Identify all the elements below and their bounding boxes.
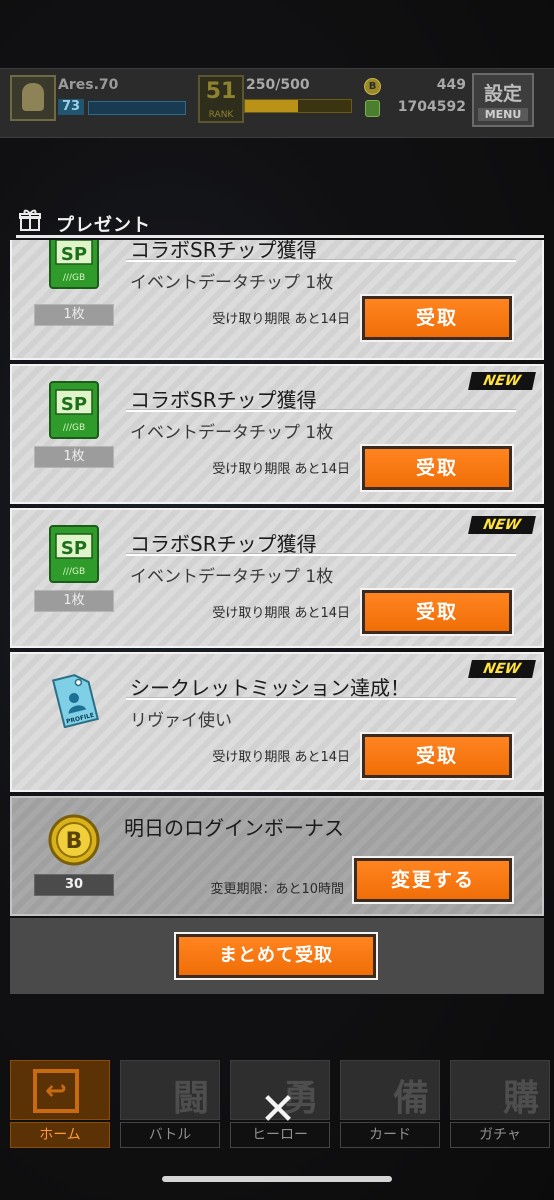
title-rule	[126, 410, 516, 412]
coin-icon: B	[364, 78, 381, 95]
exp-bar	[88, 101, 186, 115]
svg-text:SP: SP	[61, 244, 87, 265]
money-value: 1704592	[397, 99, 466, 115]
title-rule	[126, 698, 516, 700]
nav-label: ホーム	[10, 1122, 110, 1148]
item-title: 明日のログインボーナス	[124, 816, 344, 840]
money-counter: 1704592	[364, 99, 468, 117]
nav-home-picture: ↩	[10, 1060, 110, 1120]
item-subtitle: リヴァイ使い	[130, 711, 232, 731]
item-title: コラボSRチップ獲得	[130, 532, 317, 556]
settings-label: 設定	[483, 83, 522, 105]
player-name: Ares.70	[58, 77, 119, 93]
stamina-bar	[244, 99, 352, 113]
receive-button[interactable]: 受取	[360, 732, 514, 780]
nav-gacha[interactable]: 購 ガチャ	[444, 1056, 554, 1152]
panel-title: プレゼント	[56, 215, 151, 236]
title-underline	[16, 235, 544, 238]
coin-counter: B 449	[364, 77, 468, 95]
receive-button[interactable]: 受取	[360, 294, 514, 342]
nav-battle-picture: 闘	[120, 1060, 220, 1120]
nav-card-picture: 備	[340, 1060, 440, 1120]
sp-chip-icon: SP ///GB	[49, 240, 99, 289]
close-icon[interactable]: ✕	[256, 1088, 300, 1132]
title-rule	[126, 554, 516, 556]
item-title: コラボSRチップ獲得	[130, 388, 317, 412]
present-panel-header: プレゼント	[16, 206, 544, 240]
new-badge: NEW	[468, 660, 536, 678]
item-count: 1枚	[34, 446, 114, 468]
item-subtitle: イベントデータチップ 1枚	[130, 273, 334, 293]
nav-home[interactable]: ↩ ホーム	[4, 1056, 116, 1152]
svg-text:SP: SP	[61, 538, 87, 559]
svg-text:SP: SP	[61, 394, 87, 415]
present-item: NEW SP ///GB 1枚 コラボSRチップ獲得 イベントデータチップ 1枚…	[10, 508, 544, 648]
home-indicator[interactable]	[162, 1176, 392, 1182]
present-item: NEW PROFILE シークレットミッション達成！ リヴァイ使い 受け取り期限…	[10, 652, 544, 792]
present-item: NEW SP ///GB 1枚 コラボSRチップ獲得 イベントデータチップ 1枚…	[10, 364, 544, 504]
player-level: 73	[58, 99, 84, 115]
profile-tag-icon: PROFILE	[51, 674, 99, 728]
new-badge: NEW	[468, 372, 536, 390]
nav-card[interactable]: 備 カード	[334, 1056, 446, 1152]
b-coin-icon: B	[48, 814, 100, 866]
sp-chip-icon: SP ///GB	[49, 381, 99, 439]
top-hud: Ares.70 73 51 RANK 250/500 B 449 1704592…	[0, 68, 554, 138]
svg-text:///GB: ///GB	[63, 423, 85, 433]
item-deadline: 変更期限：あと10時間	[210, 882, 344, 897]
item-subtitle: イベントデータチップ 1枚	[130, 567, 334, 587]
title-rule	[126, 260, 516, 262]
item-deadline: 受け取り期限 あと14日	[212, 750, 350, 765]
bulk-action-area: まとめて受取	[10, 918, 544, 994]
item-subtitle: イベントデータチップ 1枚	[130, 423, 334, 443]
svg-text:B: B	[66, 829, 83, 854]
settings-menu-button[interactable]: 設定 MENU	[472, 73, 534, 127]
item-count: 1枚	[34, 304, 114, 326]
svg-text:///GB: ///GB	[63, 273, 85, 283]
nav-gacha-picture: 購	[450, 1060, 550, 1120]
svg-text:///GB: ///GB	[63, 567, 85, 577]
card-icon: 備	[392, 1078, 429, 1119]
stamina-value: 250/500	[246, 77, 310, 93]
receive-button[interactable]: 受取	[360, 588, 514, 636]
item-deadline: 受け取り期限 あと14日	[212, 312, 350, 327]
menu-label: MENU	[478, 108, 528, 121]
receive-all-button[interactable]: まとめて受取	[174, 932, 378, 980]
item-count: 30	[34, 874, 114, 896]
gamepad-icon: 闘	[172, 1078, 209, 1119]
rank-label: RANK	[208, 110, 234, 120]
item-count: 1枚	[34, 590, 114, 612]
gacha-icon: 購	[502, 1078, 539, 1119]
nav-battle[interactable]: 闘 バトル	[114, 1056, 226, 1152]
nav-label: カード	[340, 1122, 440, 1148]
item-deadline: 受け取り期限 あと14日	[212, 606, 350, 621]
rank-badge: 51 RANK	[198, 75, 244, 123]
login-bonus-item: B 30 明日のログインボーナス 変更期限：あと10時間 変更する	[10, 796, 544, 916]
present-list[interactable]: SP ///GB 1枚 コラボSRチップ獲得 イベントデータチップ 1枚 受け取…	[10, 240, 544, 916]
nav-label: ガチャ	[450, 1122, 550, 1148]
coin-value: 449	[436, 77, 466, 93]
gift-icon	[19, 209, 41, 231]
new-badge: NEW	[468, 516, 536, 534]
sp-chip-icon: SP ///GB	[49, 525, 99, 583]
receive-button[interactable]: 受取	[360, 444, 514, 492]
money-icon	[365, 100, 380, 117]
change-button[interactable]: 変更する	[352, 856, 514, 904]
rank-number: 51	[205, 79, 237, 104]
item-title: シークレットミッション達成！	[130, 676, 410, 700]
avatar[interactable]	[10, 75, 56, 121]
item-deadline: 受け取り期限 あと14日	[212, 462, 350, 477]
home-icon: ↩	[33, 1069, 79, 1113]
nav-label: バトル	[120, 1122, 220, 1148]
present-item: SP ///GB 1枚 コラボSRチップ獲得 イベントデータチップ 1枚 受け取…	[10, 240, 544, 360]
